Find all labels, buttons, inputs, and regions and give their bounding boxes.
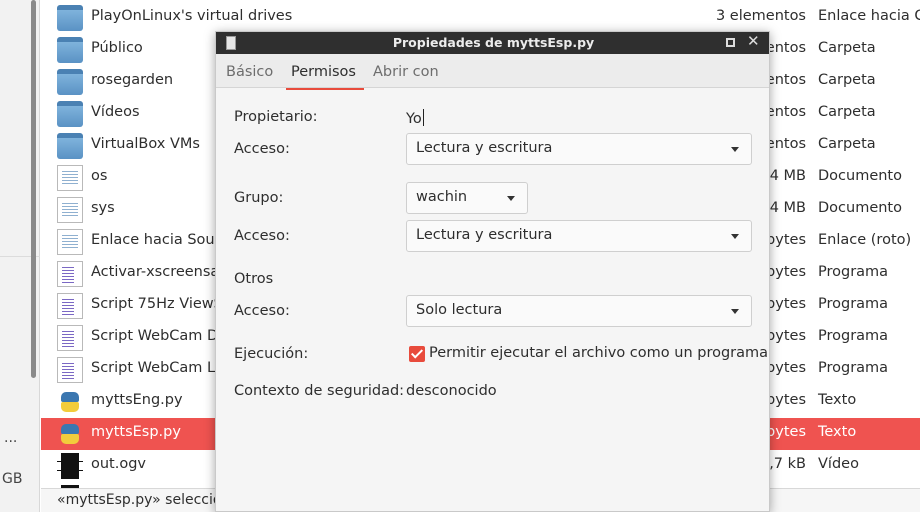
execution-label: Ejecución: [234, 346, 309, 362]
file-type: Texto [818, 392, 857, 408]
file-size: bytes [766, 296, 806, 312]
file-size: bytes [766, 360, 806, 376]
security-context-label: Contexto de seguridad: [234, 383, 405, 399]
group-access-label: Acceso: [234, 228, 290, 244]
file-name: os [91, 168, 108, 184]
python-icon [57, 389, 83, 415]
others-access-label: Acceso: [234, 303, 290, 319]
python-icon [57, 421, 83, 447]
file-type: Programa [818, 296, 889, 312]
owner-value-text: Yo [406, 111, 422, 127]
file-name: Público [91, 40, 143, 56]
owner-label: Propietario: [234, 109, 318, 125]
properties-dialog: Propiedades de myttsEsp.py ✕ Básico Perm… [215, 31, 770, 512]
file-size: ,7 kB [769, 456, 806, 472]
tab-bar: Básico Permisos Abrir con [216, 54, 769, 90]
file-name: myttsEng.py [91, 392, 183, 408]
others-access-select[interactable]: Solo lectura [406, 295, 752, 327]
file-name: rosegarden [91, 72, 174, 88]
file-row[interactable]: PlayOnLinux's virtual drives 3 elementos E… [41, 2, 920, 34]
file-name: myttsEsp.py [91, 424, 181, 440]
file-type: Carpeta [818, 72, 876, 88]
status-text: «myttsEsp.py» seleccion [57, 492, 231, 508]
file-type: Carpeta [818, 136, 876, 152]
file-name: Script WebCam De [91, 328, 228, 344]
folder-icon [57, 133, 83, 159]
file-size: 4 MB [769, 200, 806, 216]
group-select[interactable]: wachin [406, 182, 528, 214]
tab-permisos[interactable]: Permisos [286, 64, 364, 90]
script-icon [57, 357, 83, 383]
file-size: bytes [766, 328, 806, 344]
file-type: Documento [818, 168, 902, 184]
folder-link-icon [57, 5, 83, 31]
file-name: Vídeos [91, 104, 140, 120]
file-type: Documento [818, 200, 902, 216]
owner-access-value: Lectura y escritura [416, 140, 553, 156]
script-icon [57, 325, 83, 351]
others-access-value: Solo lectura [416, 302, 503, 318]
file-type: Enlace hacia Ca [818, 8, 920, 24]
dialog-title: Propiedades de myttsEsp.py [392, 35, 595, 50]
file-type: Vídeo [818, 456, 859, 472]
file-name: sys [91, 200, 115, 216]
tab-basico[interactable]: Básico [226, 64, 273, 80]
places-sidebar: ... GB [0, 0, 40, 512]
execute-checkbox-label[interactable]: Permitir ejecutar el archivo como un pro… [429, 345, 768, 361]
file-size: bytes [766, 392, 806, 408]
file-name: out.ogv [91, 456, 147, 472]
file-name: Script WebCam Lo [91, 360, 224, 376]
file-name: VirtualBox VMs [91, 136, 200, 152]
chevron-down-icon [731, 147, 739, 152]
others-heading: Otros [234, 271, 274, 287]
file-name: PlayOnLinux's virtual drives [91, 8, 293, 24]
chevron-down-icon [731, 309, 739, 314]
group-access-select[interactable]: Lectura y escritura [406, 220, 752, 252]
script-icon [57, 261, 83, 287]
sidebar-overflow-text: ... [4, 430, 18, 446]
close-button[interactable]: ✕ [747, 32, 760, 50]
folder-videos-icon [57, 101, 83, 127]
chevron-down-icon [507, 196, 515, 201]
owner-value[interactable]: Yo [406, 109, 424, 127]
file-type: Carpeta [818, 104, 876, 120]
document-icon [57, 197, 83, 223]
file-type: Programa [818, 328, 889, 344]
document-icon [57, 229, 83, 255]
chevron-down-icon [731, 234, 739, 239]
file-size: bytes [766, 232, 806, 248]
dialog-titlebar[interactable]: Propiedades de myttsEsp.py ✕ [216, 32, 769, 54]
sidebar-storage-text: GB [2, 471, 23, 487]
owner-access-label: Acceso: [234, 141, 290, 157]
file-size: 4 MB [769, 168, 806, 184]
group-label: Grupo: [234, 190, 284, 206]
file-type: Programa [818, 360, 889, 376]
folder-public-icon [57, 37, 83, 63]
document-icon [57, 165, 83, 191]
file-type: Texto [818, 424, 857, 440]
sidebar-scrollbar[interactable] [31, 0, 36, 378]
file-name: Script 75Hz ViewS [91, 296, 223, 312]
file-name: Activar-xscreensav [91, 264, 228, 280]
file-type: Programa [818, 264, 889, 280]
file-size: bytes [766, 424, 806, 440]
group-access-value: Lectura y escritura [416, 227, 553, 243]
group-value: wachin [416, 189, 468, 205]
file-size: bytes [766, 264, 806, 280]
text-cursor [422, 109, 424, 126]
maximize-button[interactable] [726, 38, 735, 47]
file-size: 3 elementos [715, 8, 806, 24]
tab-abrir-con[interactable]: Abrir con [373, 64, 439, 80]
file-type: Carpeta [818, 40, 876, 56]
video-icon [57, 453, 83, 479]
security-context-value: desconocido [406, 383, 497, 399]
owner-access-select[interactable]: Lectura y escritura [406, 133, 752, 165]
script-icon [57, 293, 83, 319]
file-name: Enlace hacia Soun [91, 232, 224, 248]
file-type: Enlace (roto) [818, 232, 912, 248]
execute-checkbox[interactable] [409, 346, 425, 362]
folder-icon [57, 69, 83, 95]
